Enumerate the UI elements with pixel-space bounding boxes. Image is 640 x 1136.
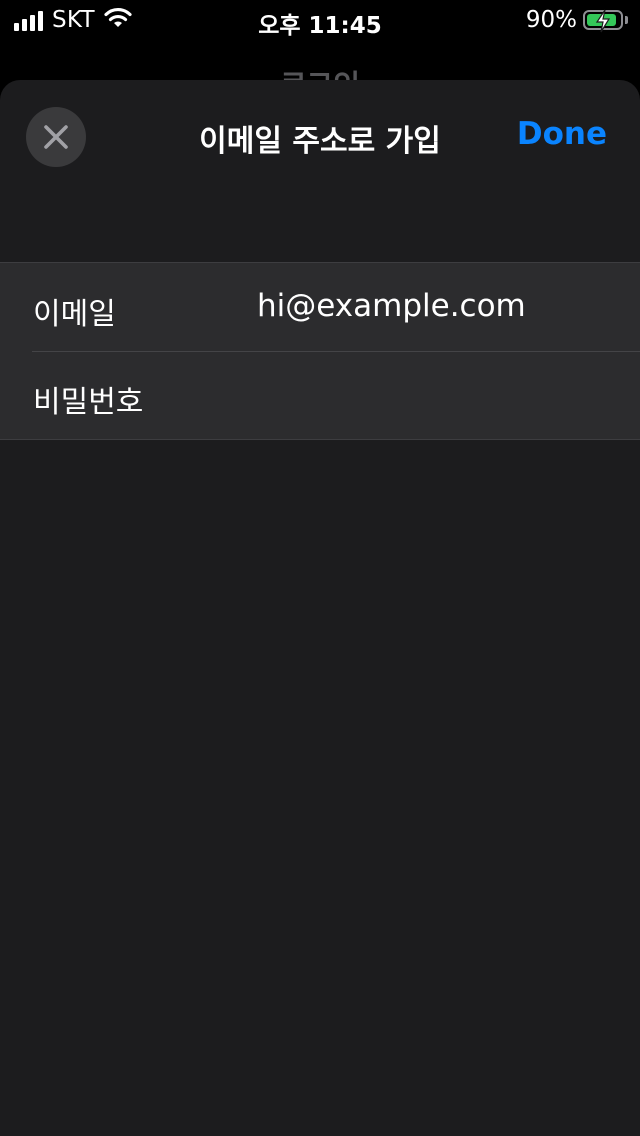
battery-charging-icon: [583, 9, 623, 33]
done-button[interactable]: Done: [517, 116, 607, 152]
password-row: 비밀번호: [0, 351, 640, 439]
email-label: 이메일: [33, 297, 116, 332]
email-row: 이메일: [0, 263, 640, 351]
status-bar-right: 90%: [526, 7, 628, 33]
signup-form: 이메일 비밀번호: [0, 262, 640, 440]
sheet-title: 이메일 주소로 가입: [199, 124, 441, 159]
password-field[interactable]: [257, 369, 617, 419]
password-label: 비밀번호: [33, 385, 144, 420]
email-field[interactable]: [257, 281, 617, 331]
close-icon: [44, 125, 68, 149]
status-bar: SKT 오후 11:45 90%: [0, 0, 640, 40]
battery-cap: [625, 16, 628, 24]
close-button[interactable]: [26, 107, 86, 167]
charging-bolt-icon: [595, 9, 611, 33]
signup-sheet: 이메일 주소로 가입 Done 이메일 비밀번호: [0, 80, 640, 1136]
battery-percent: 90%: [525, 7, 577, 33]
